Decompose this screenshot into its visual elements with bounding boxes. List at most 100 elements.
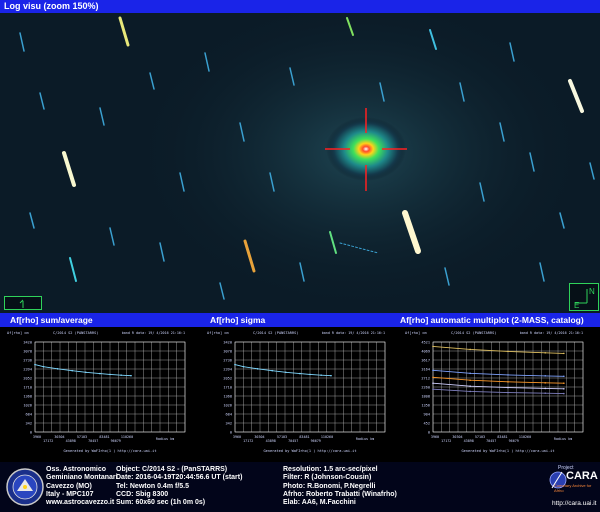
y-tick-label: 0 xyxy=(30,430,32,434)
y-axis-label: Af[rho] cm xyxy=(7,331,29,335)
y-tick-label: 3078 xyxy=(23,349,32,353)
data-point xyxy=(563,382,565,385)
window-title: Log visu (zoom 150%) xyxy=(4,1,99,11)
north-arrow-icon xyxy=(19,299,24,308)
cara-tag: Cometary Archive for Afrho xyxy=(554,483,592,493)
y-tick-label: 1368 xyxy=(223,394,232,398)
cara-name: CARA xyxy=(566,470,598,482)
data-point xyxy=(432,388,434,390)
plot-panel-sigma: Af[rho] cm C/2014 S2 (PANSTARRS) band R da… xyxy=(205,327,395,462)
y-tick-label: 2052 xyxy=(223,376,232,380)
x-tick-label: 70457 xyxy=(486,439,496,443)
compass-icon: N E xyxy=(574,287,595,310)
afrho-chart: Af[rho] cm C/2014 S2 (PANSTARRS) band R da… xyxy=(5,327,195,462)
data-point xyxy=(432,382,434,385)
data-point xyxy=(99,372,101,375)
data-point xyxy=(469,372,471,375)
star-field xyxy=(0,13,600,313)
observatory-website: www.astrocavezzo.it xyxy=(46,499,115,507)
data-point xyxy=(507,381,509,383)
data-point xyxy=(563,375,565,378)
plot-panel-sum: Af[rho] cm C/2014 S2 (PANSTARRS) band R da… xyxy=(5,327,195,462)
data-point xyxy=(469,385,471,388)
y-tick-label: 342 xyxy=(26,421,33,425)
y-axis-label: Af[rho] cm xyxy=(405,331,427,335)
y-tick-label: 2394 xyxy=(23,367,32,371)
data-point xyxy=(71,369,73,372)
chart-footer: Generated by WaFIrho(1 ) http://cara.uai… xyxy=(461,449,554,453)
observatory-line: Oss. Astronomico xyxy=(46,466,107,473)
x-tick-label: 17172 xyxy=(43,439,53,443)
x-tick-label: 110260 xyxy=(321,435,333,439)
data-point xyxy=(563,352,565,355)
processing-line: Photo: R.Bonomi, P.Negrelli xyxy=(283,482,376,490)
data-point xyxy=(544,382,547,384)
processing-info: Resolution: 1.5 arc-sec/pixel Filter: R … xyxy=(283,466,397,507)
data-point xyxy=(234,363,236,366)
data-point xyxy=(432,376,434,379)
chart-footer: Generated by WaFIrho(1 ) http://cara.uai… xyxy=(263,449,356,453)
observation-line: Tel: Newton 0.4m f/5.5 xyxy=(116,482,189,490)
x-tick-label: 57103 xyxy=(277,435,287,439)
data-point xyxy=(469,379,471,382)
plot-area: Af[rho] cm C/2014 S2 (PANSTARRS) band R da… xyxy=(0,327,600,462)
y-tick-label: 1026 xyxy=(223,403,232,407)
data-point xyxy=(507,386,509,389)
data-point xyxy=(299,372,301,375)
credits-footer: Oss. Astronomico Geminiano Montanari Cav… xyxy=(0,462,600,512)
chart-object-label: C/2014 S2 (PANSTARRS) xyxy=(451,331,496,335)
data-point xyxy=(432,345,434,348)
processing-line: Elab: AA6, M.Facchini xyxy=(283,499,356,507)
x-tick-label: 30304 xyxy=(254,435,264,439)
north-label: N xyxy=(589,287,595,296)
y-tick-label: 1710 xyxy=(23,385,32,389)
y-tick-label: 1368 xyxy=(23,394,32,398)
observatory-line: Cavezzo (MO) xyxy=(46,482,92,490)
y-tick-label: 2712 xyxy=(421,376,430,380)
y-tick-label: 3164 xyxy=(421,367,430,371)
y-tick-label: 2736 xyxy=(23,358,32,362)
data-point xyxy=(42,365,45,368)
cara-logo: Project CARA Cometary Archive for Afrho … xyxy=(548,464,598,510)
y-tick-label: 0 xyxy=(230,430,232,434)
y-tick-label: 4069 xyxy=(421,349,430,353)
observatory-logo-icon xyxy=(6,468,44,506)
x-tick-label: 83481 xyxy=(299,435,309,439)
y-tick-label: 1356 xyxy=(421,403,430,407)
data-point xyxy=(544,387,547,390)
y-tick-label: 684 xyxy=(226,412,233,416)
afrho-chart: Af[rho] cm C/2014 S2 (PANSTARRS) band R da… xyxy=(403,327,593,462)
x-tick-label: 43898 xyxy=(464,439,474,443)
y-tick-label: 4521 xyxy=(421,340,430,344)
cara-url: http://cara.uai.it xyxy=(552,500,597,507)
x-axis-label: Radius km xyxy=(356,437,374,441)
y-tick-label: 2736 xyxy=(223,358,232,362)
observation-line: Object: C/2014 S2 - (PanSTARRS) xyxy=(116,466,228,473)
orientation-compass: N E xyxy=(569,283,599,311)
observation-line: Sum: 60x60 sec (1h 0m 0s) xyxy=(116,499,206,507)
processing-line: Filter: R (Johnson-Cousin) xyxy=(283,474,372,482)
data-point xyxy=(120,374,122,376)
observation-info: Object: C/2014 S2 - (PanSTARRS) Date: 20… xyxy=(116,466,242,507)
data-point xyxy=(256,368,259,370)
data-point xyxy=(544,392,547,394)
data-point xyxy=(109,373,111,376)
data-point xyxy=(130,374,132,377)
x-tick-label: 17172 xyxy=(441,439,451,443)
x-tick-label: 30304 xyxy=(54,435,64,439)
x-tick-label: 43898 xyxy=(266,439,276,443)
chart-background xyxy=(403,327,593,462)
y-axis-label: Af[rho] cm xyxy=(207,331,229,335)
x-tick-label: 30304 xyxy=(452,435,462,439)
data-point xyxy=(544,375,547,377)
north-indicator xyxy=(4,296,42,310)
x-tick-label: 3960 xyxy=(233,435,241,439)
y-tick-label: 0 xyxy=(428,430,430,434)
x-tick-label: 83481 xyxy=(497,435,507,439)
x-tick-label: 3960 xyxy=(431,435,439,439)
chart-band-label: band R data: 19/ 4/2016 21:16:1 xyxy=(122,331,185,335)
plot-panel-multiplot: Af[rho] cm C/2014 S2 (PANSTARRS) band R da… xyxy=(403,327,593,462)
data-point xyxy=(469,348,471,351)
data-point xyxy=(563,392,565,395)
data-point xyxy=(271,369,273,372)
